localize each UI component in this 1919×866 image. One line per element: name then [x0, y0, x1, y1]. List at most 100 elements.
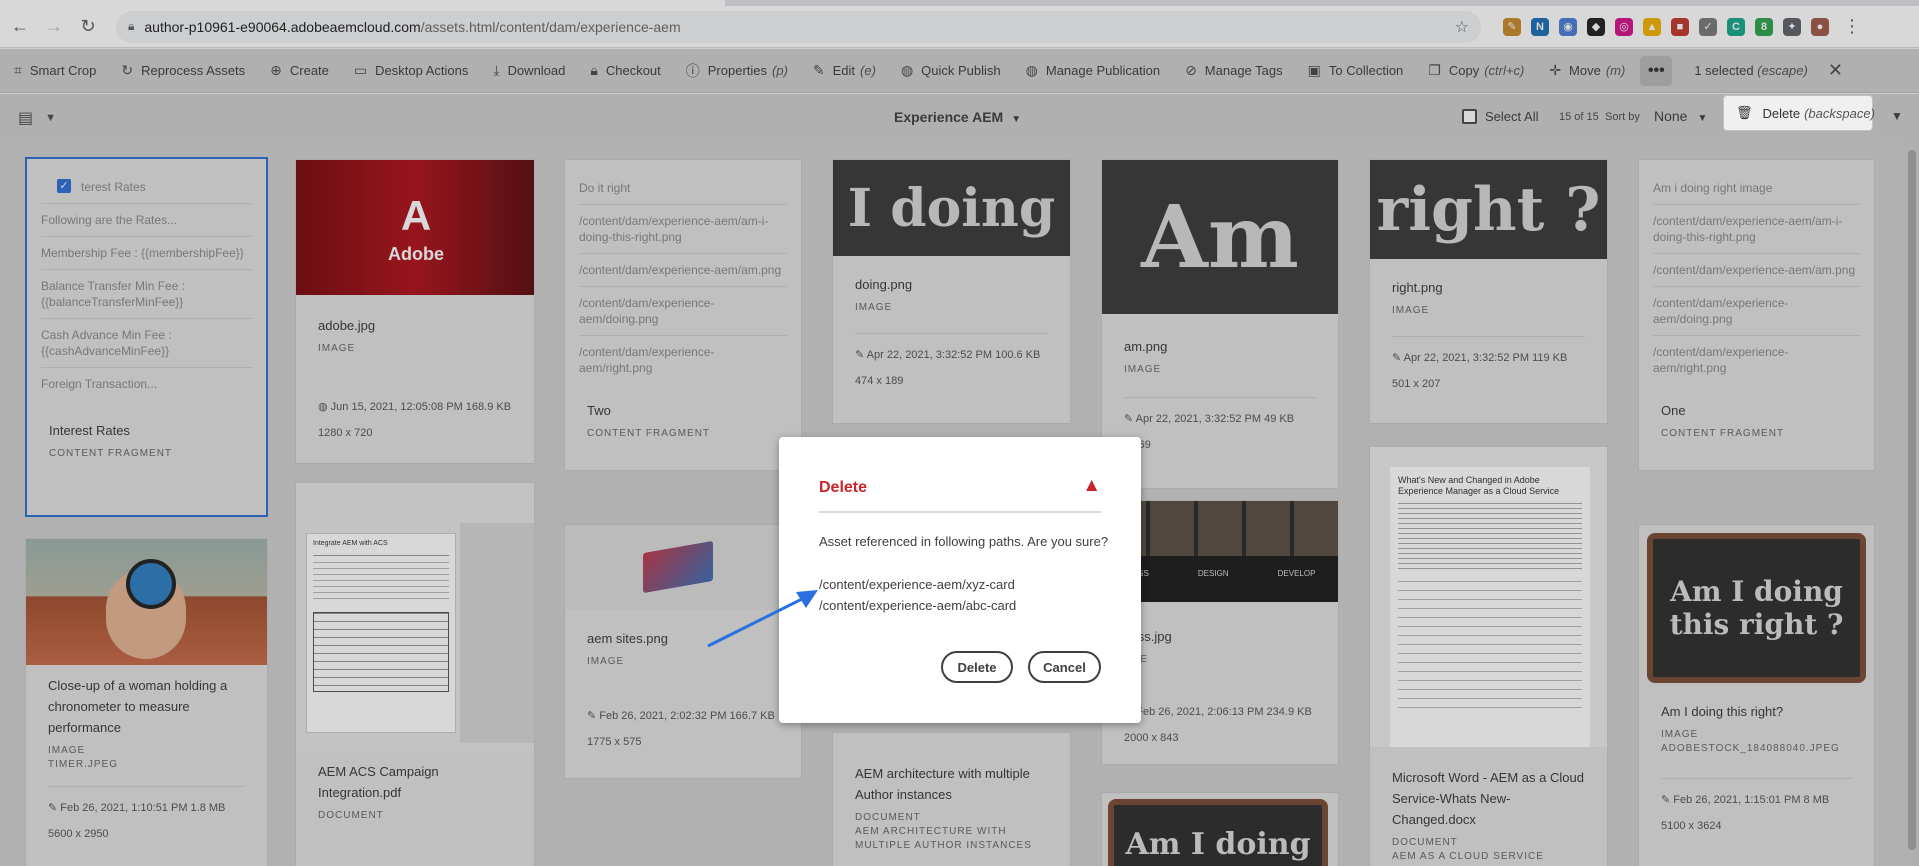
browser-menu-icon[interactable]: ⋮: [1843, 16, 1861, 37]
card-am-i-doing[interactable]: Am I doing this right ? Am I doing this …: [1638, 524, 1875, 866]
n-extension-icon[interactable]: N: [1531, 17, 1549, 36]
more-actions-button[interactable]: •••: [1640, 55, 1673, 86]
escape-hint: (escape): [1757, 63, 1808, 78]
thumbnail-word: Am I doing this right ?: [1647, 533, 1866, 683]
view-chevron-icon[interactable]: ▼: [1891, 109, 1903, 123]
alert-icon: ▲: [1082, 475, 1101, 496]
forward-icon[interactable]: →: [40, 13, 68, 41]
green-badge-extension-icon[interactable]: 8: [1755, 17, 1773, 36]
card-adobe[interactable]: A Adobe adobe.jpg IMAGE ◍ Jun 15, 2021, …: [295, 159, 535, 464]
action-properties[interactable]: ⓘ Properties (p): [686, 61, 788, 81]
rail-toggle-icon[interactable]: ▤: [18, 108, 33, 128]
red-extension-icon[interactable]: ■: [1671, 17, 1689, 36]
avatar-extension-icon[interactable]: ●: [1811, 17, 1829, 36]
chevron-down-icon[interactable]: ▼: [45, 112, 56, 124]
download-icon: ⤓: [493, 62, 500, 78]
thumbnail-word: right ?: [1370, 160, 1607, 259]
card-dimensions: 501 x 207: [1392, 378, 1441, 390]
sort-select[interactable]: None ▼: [1654, 108, 1707, 124]
card-title: adobe.jpg: [318, 318, 376, 333]
action-smart-crop[interactable]: ⌗ Smart Crop: [14, 62, 96, 79]
lock-icon: 🔒︎: [128, 19, 135, 33]
dark-extension-icon[interactable]: ◆: [1587, 17, 1605, 36]
card-two[interactable]: Do it right /content/dam/experience-aem/…: [564, 159, 802, 471]
chevron-down-icon: ▼: [1011, 114, 1022, 125]
card-meta: Jun 15, 2021, 12:05:08 PM 168.9 KB: [330, 401, 512, 413]
card-dimensions: 474 x 189: [855, 375, 904, 387]
pencil-icon: ✎: [1124, 413, 1136, 425]
reference-paths: /content/experience-aem/xyz-card /conten…: [819, 574, 1016, 616]
drive-extension-icon[interactable]: ▲: [1643, 17, 1661, 36]
fragment-row: terest Rates: [81, 180, 146, 194]
card-am-i-doing-2[interactable]: Am I doing: [1101, 792, 1339, 866]
select-all-button[interactable]: Select All: [1462, 109, 1538, 124]
action-edit[interactable]: ✎ Edit (e): [813, 62, 876, 79]
select-all-checkbox[interactable]: [1462, 109, 1477, 124]
scrollbar-thumb[interactable]: [1908, 150, 1916, 850]
action-desktop-actions[interactable]: ▭ Desktop Actions: [354, 62, 468, 79]
address-bar[interactable]: 🔒︎ author-p10961-e90064.adobeaemcloud.co…: [116, 10, 1481, 43]
secondary-toolbar: ▤ ▼ Experience AEM ▼ Select All 15 of 15 …: [0, 94, 1919, 142]
action-label: Quick Publish: [921, 63, 1001, 78]
card-word-doc[interactable]: What's New and Changed in Adobe Experien…: [1369, 446, 1608, 866]
copy-icon: ❐: [1428, 62, 1441, 78]
fragment-row: /content/dam/experience-aem/doing.png: [579, 287, 787, 336]
action-download[interactable]: ⤓ Download: [493, 62, 565, 79]
action-move[interactable]: ✛ Move (m): [1549, 62, 1625, 79]
action-label: Edit: [832, 63, 856, 78]
card-type: IMAGE: [318, 343, 356, 354]
action-to-collection[interactable]: ▣ To Collection: [1308, 62, 1404, 79]
thumbnail-right: right ?: [1370, 160, 1607, 259]
pen-extension-icon[interactable]: ✎: [1503, 17, 1521, 36]
card-interest-rates[interactable]: ✓ terest Rates Following are the Rates..…: [25, 157, 268, 517]
card-aem-architecture[interactable]: AEM architecture with multiple Author in…: [832, 732, 1071, 866]
pencil-icon: ✎: [812, 62, 825, 78]
card-acs-pdf[interactable]: Integrate AEM with ACS AEM ACS Campaign …: [295, 482, 535, 866]
card-meta: Apr 22, 2021, 3:32:52 PM 100.6 KB: [866, 349, 1041, 361]
card-doing[interactable]: I doing doing.png IMAGE ✎ Apr 22, 2021, …: [832, 159, 1071, 424]
pink-extension-icon[interactable]: ◎: [1615, 17, 1633, 36]
action-quick-publish[interactable]: ◍ Quick Publish: [901, 62, 1001, 79]
card-meta: Feb 26, 2021, 2:02:32 PM 166.7 KB: [599, 710, 775, 722]
card-type: IMAGE: [1661, 729, 1699, 740]
card-filename: AEM ARCHITECTURE WITH MULTIPLE AUTHOR IN…: [855, 826, 1032, 851]
fragment-row: Am i doing right image: [1653, 172, 1860, 205]
pencil-icon: ✎: [855, 349, 867, 361]
close-selection-icon[interactable]: ✕: [1828, 60, 1843, 81]
action-manage-tags[interactable]: ⊘ Manage Tags: [1185, 62, 1283, 79]
card-title: right.png: [1392, 280, 1443, 295]
reload-icon[interactable]: ↻: [74, 13, 102, 41]
card-type: IMAGE: [48, 745, 86, 756]
cancel-button[interactable]: Cancel: [1028, 651, 1101, 683]
pencil-icon: ✎: [48, 802, 61, 814]
fragment-row: /content/dam/experience-aem/am-i-doing-t…: [579, 205, 787, 254]
scrollbar[interactable]: [1905, 142, 1919, 866]
bookmark-star-icon[interactable]: ☆: [1455, 17, 1469, 37]
delete-button[interactable]: Delete: [941, 651, 1013, 683]
card-title: AEM ACS Campaign Integration.pdf: [318, 764, 439, 800]
action-checkout[interactable]: 🔒︎ Checkout: [590, 62, 660, 79]
back-icon[interactable]: ←: [6, 13, 34, 41]
action-label: Move: [1569, 63, 1601, 78]
puzzle-extension-icon[interactable]: ✦: [1783, 17, 1801, 36]
item-count: 15 of 15: [1559, 111, 1599, 123]
thumbnail-word: I doing: [833, 160, 1070, 256]
blue-circle-extension-icon[interactable]: ◉: [1559, 17, 1577, 36]
thumbnail-am: Am: [1102, 160, 1338, 314]
action-reprocess-assets[interactable]: ↻ Reprocess Assets: [121, 62, 245, 79]
card-one[interactable]: Am i doing right image /content/dam/expe…: [1638, 159, 1875, 471]
card-type: AGE: [1124, 653, 1316, 667]
card-meta: Feb 26, 2021, 1:10:51 PM 1.8 MB: [60, 802, 226, 814]
action-copy[interactable]: ❐ Copy (ctrl+c): [1428, 62, 1524, 79]
delete-popover-item[interactable]: 🗑︎ Delete (backspace): [1723, 95, 1875, 131]
fragment-row: /content/dam/experience-aem/am.png: [1653, 254, 1860, 287]
card-timer[interactable]: Close-up of a woman holding a chronomete…: [25, 538, 268, 866]
card-checkbox[interactable]: ✓: [57, 179, 71, 193]
green-c-extension-icon[interactable]: C: [1727, 17, 1745, 36]
action-create[interactable]: ⊕ Create: [270, 62, 329, 79]
card-right[interactable]: right ? right.png IMAGE ✎ Apr 22, 2021, …: [1369, 159, 1608, 424]
action-manage-publication[interactable]: ◍ Manage Publication: [1026, 62, 1160, 79]
folder-title[interactable]: Experience AEM ▼: [894, 109, 1021, 125]
action-label: Manage Tags: [1204, 63, 1283, 78]
check-extension-icon[interactable]: ✓: [1699, 17, 1717, 36]
